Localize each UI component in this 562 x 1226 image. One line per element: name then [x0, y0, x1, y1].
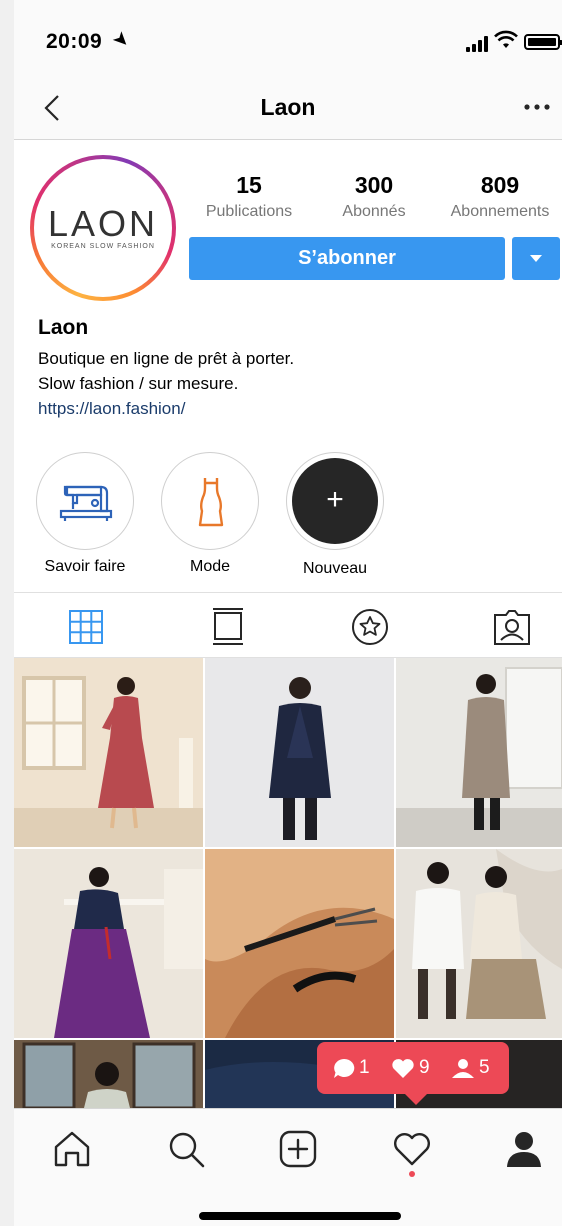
location-arrow-icon: ➤ — [109, 27, 134, 52]
nav-bar: Laon — [14, 80, 562, 140]
highlight-label: Nouveau — [302, 560, 368, 577]
profile-view-tabs — [14, 592, 562, 658]
stat-label: Abonnés — [342, 203, 406, 220]
dress-icon — [198, 478, 224, 527]
profile-avatar[interactable]: LAON KOREAN SLOW FASHION — [30, 155, 176, 301]
post-thumbnail[interactable] — [205, 849, 394, 1038]
cellular-signal-icon — [466, 36, 492, 52]
follower-count: 5 — [479, 1057, 490, 1078]
profile-icon[interactable] — [504, 1129, 544, 1169]
home-icon[interactable] — [52, 1129, 92, 1169]
star-icon[interactable] — [350, 607, 390, 647]
profile-name: Laon — [38, 316, 89, 339]
bottom-tab-bar — [14, 1108, 562, 1226]
activity-notification-bubble[interactable]: 1 9 5 — [317, 1042, 509, 1105]
grid-icon[interactable] — [66, 607, 106, 647]
post-image — [14, 658, 203, 847]
stat-following[interactable]: 809 Abonnements — [438, 172, 562, 221]
post-thumbnail[interactable] — [14, 1040, 203, 1108]
post-thumbnail[interactable] — [14, 658, 203, 847]
highlight-cover — [161, 452, 259, 550]
activity-indicator-dot — [409, 1171, 415, 1177]
wifi-icon — [494, 30, 518, 48]
post-thumbnail[interactable] — [396, 658, 562, 847]
stat-value: 809 — [480, 172, 520, 198]
stat-label: Publications — [205, 203, 293, 220]
post-image — [205, 658, 394, 847]
follow-button[interactable]: S’abonner — [189, 237, 505, 280]
suggestions-dropdown-button[interactable] — [512, 237, 560, 280]
tagged-person-icon[interactable] — [492, 607, 532, 647]
add-post-icon[interactable] — [278, 1129, 318, 1169]
post-thumbnail[interactable] — [205, 658, 394, 847]
follower-icon — [452, 1059, 474, 1078]
sewing-machine-icon — [59, 485, 113, 521]
bio-website-link[interactable]: https://laon.fashion/ — [38, 396, 538, 421]
highlight-mode[interactable]: Mode — [161, 452, 259, 576]
status-time: 20:09 — [46, 30, 103, 53]
page-title: Laon — [260, 94, 316, 120]
post-image — [205, 849, 394, 1038]
highlight-label: Savoir faire — [44, 558, 126, 575]
avatar-image: LAON KOREAN SLOW FASHION — [34, 159, 172, 297]
post-image — [396, 658, 562, 847]
stat-value: 300 — [354, 172, 394, 198]
highlight-cover: + — [286, 452, 384, 550]
profile-bio: Laon Boutique en ligne de prêt à porter.… — [38, 316, 538, 421]
battery-icon — [524, 34, 562, 50]
status-bar: 20:09 ➤ — [14, 0, 562, 80]
feed-icon[interactable] — [208, 607, 248, 647]
stat-label: Abonnements — [450, 203, 550, 220]
comment-icon — [334, 1058, 355, 1078]
phone-screen: 20:09 ➤ Laon LAON KOREAN SLOW FASHION 15… — [14, 0, 562, 1226]
avatar-logo-text: LAON — [47, 203, 159, 244]
stat-followers[interactable]: 300 Abonnés — [326, 172, 422, 221]
bio-line: Boutique en ligne de prêt à porter. — [38, 349, 295, 368]
stat-value: 15 — [236, 172, 262, 198]
highlight-new[interactable]: + Nouveau — [286, 452, 384, 578]
heart-filled-icon — [392, 1059, 414, 1078]
avatar-logo-subtext: KOREAN SLOW FASHION — [51, 243, 155, 250]
post-image — [14, 1040, 203, 1108]
post-thumbnail[interactable] — [14, 849, 203, 1038]
post-image — [14, 849, 203, 1038]
like-count: 9 — [419, 1057, 430, 1078]
highlight-savoir-faire[interactable]: Savoir faire — [36, 452, 134, 576]
home-indicator[interactable] — [199, 1212, 401, 1220]
highlight-cover — [36, 452, 134, 550]
highlight-label: Mode — [189, 558, 231, 575]
stat-publications[interactable]: 15 Publications — [200, 172, 298, 221]
post-image — [396, 849, 562, 1038]
search-icon[interactable] — [166, 1129, 206, 1169]
post-thumbnail[interactable] — [396, 849, 562, 1038]
more-options-icon[interactable] — [524, 104, 550, 110]
bio-line: Slow fashion / sur mesure. — [38, 374, 239, 393]
comment-count: 1 — [359, 1057, 370, 1078]
heart-icon[interactable] — [392, 1129, 432, 1169]
photo-grid — [14, 658, 562, 1108]
plus-icon: + — [292, 458, 378, 544]
